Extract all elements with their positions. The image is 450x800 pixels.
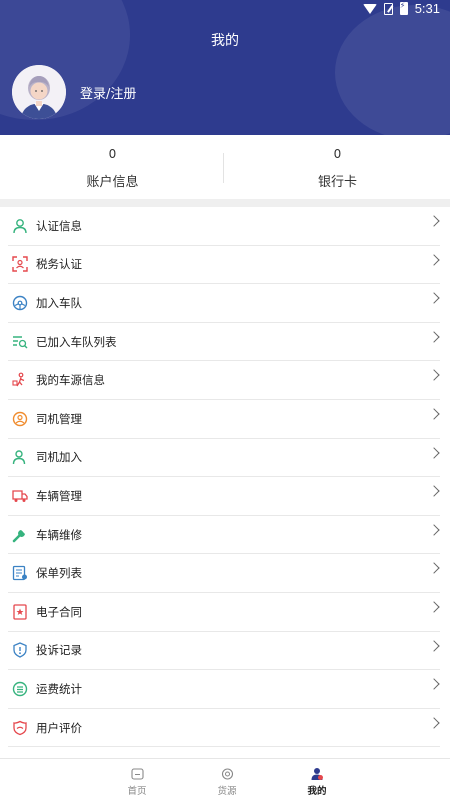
menu-item-driver-join[interactable]: 司机加入 bbox=[8, 439, 440, 478]
status-bar: 5:31 bbox=[0, 0, 450, 18]
menu-item-policy-list[interactable]: 保单列表 bbox=[8, 554, 440, 593]
scan-icon bbox=[11, 255, 29, 273]
policy-icon bbox=[11, 564, 29, 582]
chevron-right-icon bbox=[428, 331, 440, 343]
stat-value: 0 bbox=[108, 147, 117, 161]
tab-cargo[interactable]: 货源 bbox=[182, 759, 272, 800]
tab-label: 我的 bbox=[307, 786, 327, 797]
chevron-right-icon bbox=[428, 524, 440, 536]
menu-item-label: 已加入车队列表 bbox=[36, 334, 117, 349]
chevron-right-icon bbox=[428, 253, 440, 266]
stats-divider bbox=[223, 153, 224, 183]
menu-item-label: 车辆管理 bbox=[36, 488, 82, 503]
menu-item-driver-management[interactable]: 司机管理 bbox=[8, 400, 440, 439]
menu-item-label: 用户评价 bbox=[36, 720, 82, 735]
contract-icon bbox=[11, 603, 29, 621]
tab-label: 货源 bbox=[217, 786, 237, 797]
menu-item-vehicle-repair[interactable]: 车辆维修 bbox=[8, 516, 440, 555]
menu-item-label: 税务认证 bbox=[36, 257, 82, 272]
profile-header: 5:31 我的 登录/注册 bbox=[0, 0, 450, 135]
page-title: 我的 bbox=[211, 33, 239, 49]
chevron-right-icon bbox=[428, 639, 440, 652]
menu-item-label: 保单列表 bbox=[36, 566, 82, 581]
stat-label: 银行卡 bbox=[317, 175, 357, 190]
menu-item-join-fleet[interactable]: 加入车队 bbox=[8, 284, 440, 323]
menu-item-e-contract[interactable]: 电子合同 bbox=[8, 593, 440, 632]
person-cart-icon bbox=[11, 371, 29, 389]
chevron-right-icon bbox=[428, 369, 440, 382]
bottom-tab-bar: 首页 货源 我的 bbox=[0, 758, 450, 800]
wifi-icon bbox=[362, 3, 377, 14]
list-search-icon bbox=[11, 333, 29, 351]
chevron-right-icon bbox=[428, 601, 440, 613]
menu-item-my-vehicle-source[interactable]: 我的车源信息 bbox=[8, 361, 440, 400]
stat-bank-card[interactable]: 0 银行卡 bbox=[225, 135, 450, 199]
menu-item-label: 加入车队 bbox=[36, 295, 82, 310]
cargo-icon bbox=[219, 767, 235, 781]
stats-icon bbox=[11, 680, 29, 698]
account-stats: 0 账户信息 0 银行卡 bbox=[0, 135, 450, 199]
user-add-icon bbox=[11, 448, 29, 466]
menu-item-label: 运费统计 bbox=[36, 681, 82, 696]
chevron-right-icon bbox=[428, 446, 440, 459]
menu-item-label: 投诉记录 bbox=[36, 643, 82, 658]
chevron-right-icon bbox=[428, 215, 440, 227]
stat-value: 0 bbox=[333, 147, 342, 161]
chevron-right-icon bbox=[428, 485, 440, 497]
no-sim-icon bbox=[383, 2, 393, 15]
menu-item-complaint-records[interactable]: 投诉记录 bbox=[8, 632, 440, 671]
menu-item-freight-stats[interactable]: 运费统计 bbox=[8, 670, 440, 709]
menu-item-joined-fleets[interactable]: 已加入车队列表 bbox=[8, 323, 440, 362]
chevron-right-icon bbox=[428, 678, 440, 690]
driver-icon bbox=[11, 410, 29, 428]
tab-label: 首页 bbox=[127, 786, 147, 797]
steering-wheel-icon bbox=[11, 294, 29, 312]
user-check-icon bbox=[11, 217, 29, 235]
menu-item-user-reviews[interactable]: 用户评价 bbox=[8, 709, 440, 748]
chevron-right-icon bbox=[428, 408, 440, 420]
profile-icon bbox=[309, 767, 325, 781]
menu-item-label: 司机管理 bbox=[36, 411, 82, 426]
rating-icon bbox=[11, 719, 29, 737]
status-time: 5:31 bbox=[414, 1, 440, 16]
avatar-icon bbox=[12, 65, 66, 119]
chevron-right-icon bbox=[428, 562, 440, 575]
menu-item-label: 我的车源信息 bbox=[36, 373, 105, 388]
chevron-right-icon bbox=[428, 717, 440, 729]
menu-item-tax-certification[interactable]: 税务认证 bbox=[8, 246, 440, 285]
avatar[interactable] bbox=[12, 65, 66, 119]
menu-item-label: 车辆维修 bbox=[36, 527, 82, 542]
app-screen: 5:31 我的 登录/注册 0 账户信息 0 银行卡 bbox=[0, 0, 450, 800]
home-icon bbox=[129, 767, 145, 781]
header-decoration bbox=[335, 5, 450, 135]
truck-icon bbox=[11, 487, 29, 505]
menu-item-certification[interactable]: 认证信息 bbox=[8, 207, 440, 246]
menu-item-vehicle-management[interactable]: 车辆管理 bbox=[8, 477, 440, 516]
login-register-link[interactable]: 登录/注册 bbox=[80, 83, 136, 102]
wrench-icon bbox=[11, 526, 29, 544]
battery-charging-icon bbox=[399, 1, 408, 15]
stat-label: 账户信息 bbox=[86, 175, 139, 190]
chevron-right-icon bbox=[428, 292, 440, 304]
stat-account-info[interactable]: 0 账户信息 bbox=[0, 135, 225, 199]
tab-profile[interactable]: 我的 bbox=[272, 759, 362, 800]
menu-item-label: 认证信息 bbox=[36, 218, 82, 233]
menu-list: 认证信息 税务认证 加入车队 已加入车队列表 我的车源信息 司机管理 司机加入 … bbox=[0, 207, 450, 748]
menu-item-label: 电子合同 bbox=[36, 604, 82, 619]
tab-home[interactable]: 首页 bbox=[92, 759, 182, 800]
shield-alert-icon bbox=[11, 641, 29, 659]
section-gap bbox=[0, 199, 450, 207]
menu-item-label: 司机加入 bbox=[36, 450, 82, 465]
